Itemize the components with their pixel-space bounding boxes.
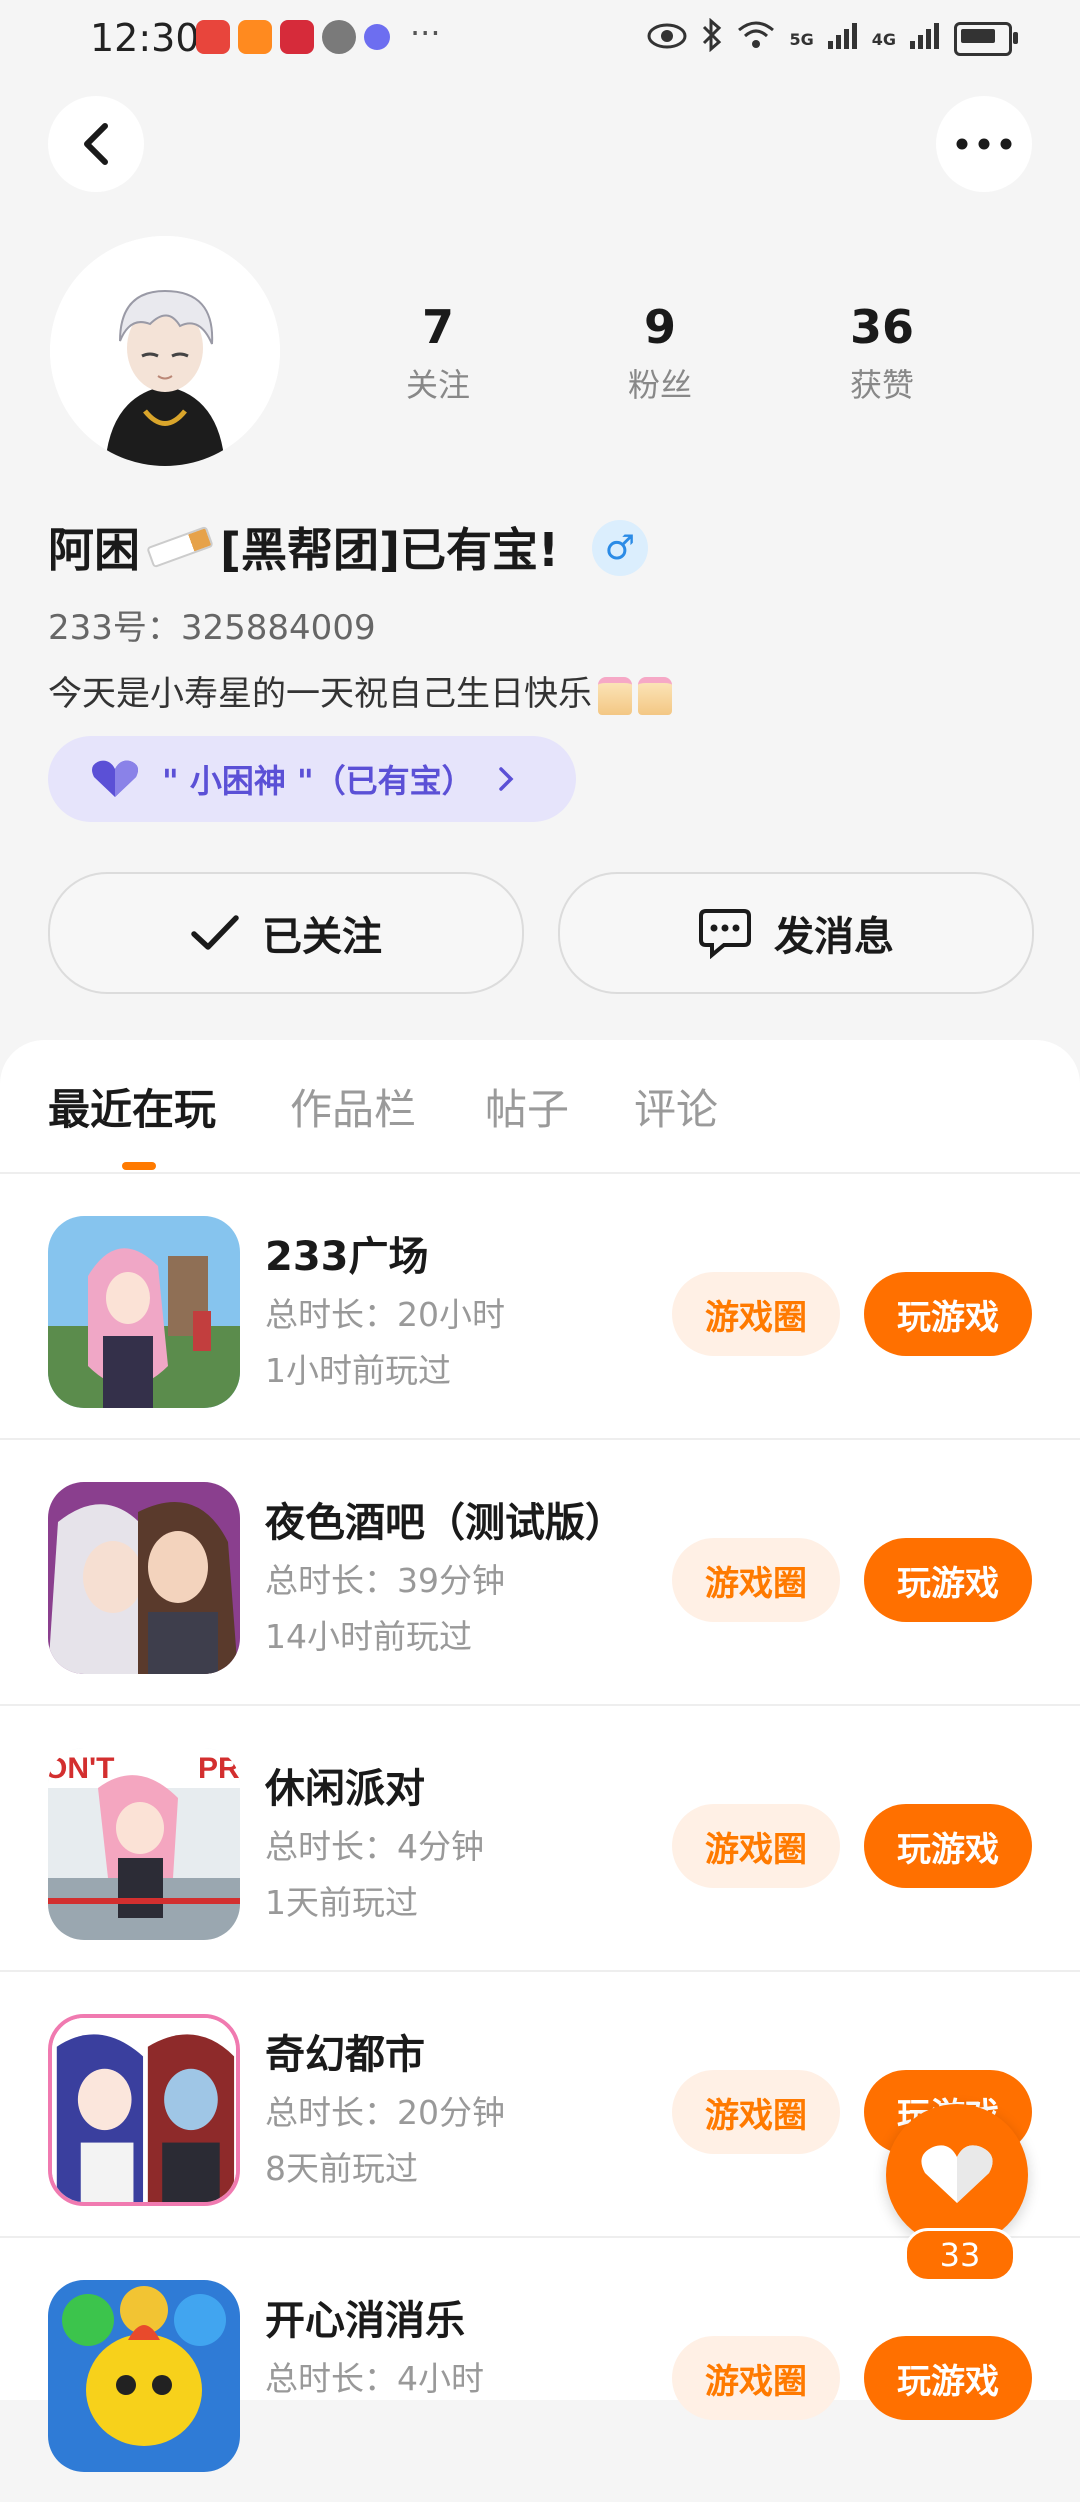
huawei-app-icon xyxy=(196,20,230,54)
status-bar: 12:30 ··· 5G 4G xyxy=(0,0,1080,80)
game-name: 奇幻都市 xyxy=(265,2032,425,2078)
game-row[interactable]: 233广场 总时长：20小时 1小时前玩过 游戏圈 玩游戏 xyxy=(0,1172,1080,1440)
fans-label: 粉丝 xyxy=(627,366,692,404)
book-app-icon xyxy=(280,20,314,54)
game-name: 夜色酒吧（测试版） xyxy=(265,1500,625,1546)
bio: 今天是小寿星的一天祝自己生日快乐 xyxy=(48,666,672,715)
play-game-button[interactable]: 玩游戏 xyxy=(864,1272,1032,1356)
tab-works[interactable]: 作品栏 xyxy=(290,1076,416,1137)
nickname-prefix: 阿困 xyxy=(48,523,140,577)
nickname-suffix: [黑帮团]已有宝! xyxy=(220,523,560,577)
game-last-played: 1小时前玩过 xyxy=(265,1351,451,1390)
avatar[interactable] xyxy=(50,236,280,466)
play-game-button[interactable]: 玩游戏 xyxy=(864,1804,1032,1888)
likes-label: 获赞 xyxy=(849,366,914,404)
nickname: 阿困 [黑帮团]已有宝! xyxy=(48,514,559,580)
battery-icon xyxy=(954,22,1018,56)
chat-bubble-icon xyxy=(699,909,751,959)
following-button[interactable]: 已关注 xyxy=(48,872,524,994)
signal-5g-icon: 5G xyxy=(789,29,814,49)
gender-male-icon: ♂ xyxy=(592,520,648,576)
game-last-played: 14小时前玩过 xyxy=(265,1617,472,1656)
status-indicators: 5G 4G xyxy=(647,17,1018,60)
play-game-button[interactable]: 玩游戏 xyxy=(864,2336,1032,2420)
signal-bars-2-icon xyxy=(910,21,940,57)
more-dots-icon xyxy=(956,138,1012,150)
video-app-icon xyxy=(238,20,272,54)
wechat-icon xyxy=(322,20,356,54)
checkmark-icon xyxy=(191,915,239,950)
game-circle-button[interactable]: 游戏圈 xyxy=(672,1804,840,1888)
relationship-badge[interactable]: " 小困神 "（已有宝） xyxy=(48,736,576,822)
wifi-icon xyxy=(737,20,775,58)
heart-icon xyxy=(92,760,138,797)
more-options-button[interactable] xyxy=(936,96,1032,192)
signal-bars-icon xyxy=(827,21,858,57)
game-last-played: 8天前玩过 xyxy=(265,2149,418,2188)
bluetooth-icon xyxy=(701,17,723,60)
game-circle-button[interactable]: 游戏圈 xyxy=(672,2070,840,2154)
status-time: 12:30 xyxy=(90,16,200,60)
user-id: 233号：325884009 xyxy=(48,608,376,648)
game-duration: 总时长：20小时 xyxy=(265,1295,505,1334)
game-icon-happy-match xyxy=(48,2280,240,2472)
tab-posts[interactable]: 帖子 xyxy=(485,1076,569,1137)
send-message-button[interactable]: 发消息 xyxy=(558,872,1034,994)
floating-like-button[interactable] xyxy=(886,2104,1028,2246)
signal-4g-icon: 4G xyxy=(871,29,896,49)
back-button[interactable] xyxy=(48,96,144,192)
cake-emoji-icon xyxy=(598,676,632,715)
likes-count: 36 xyxy=(849,300,914,354)
game-name: 233广场 xyxy=(265,1234,429,1280)
game-circle-button[interactable]: 游戏圈 xyxy=(672,2336,840,2420)
chevron-right-icon xyxy=(498,767,514,791)
game-icon-233-plaza xyxy=(48,1216,240,1408)
following-label: 关注 xyxy=(405,366,470,404)
eye-icon xyxy=(647,22,687,57)
game-duration: 总时长：4小时 xyxy=(265,2359,484,2398)
tab-comments[interactable]: 评论 xyxy=(634,1076,718,1137)
game-duration: 总时长：39分钟 xyxy=(265,1561,505,1600)
game-icon-fantasy-city xyxy=(48,2014,240,2206)
cigarette-emoji-icon xyxy=(146,525,214,569)
game-name: 休闲派对 xyxy=(265,1766,425,1812)
game-icon-casual-party: ON'T PRL xyxy=(48,1748,240,1940)
following-button-label: 已关注 xyxy=(262,914,382,960)
game-row[interactable]: ON'T PRL 休闲派对 总时长：4分钟 1天前玩过 游戏圈 玩游戏 xyxy=(0,1704,1080,1972)
notification-icons xyxy=(196,20,390,54)
badge-label: " 小困神 "（已有宝） xyxy=(162,762,474,800)
game-icon-night-bar xyxy=(48,1482,240,1674)
stat-following[interactable]: 7 关注 xyxy=(358,300,518,406)
stat-fans[interactable]: 9 粉丝 xyxy=(580,300,740,406)
tab-bar: 最近在玩 作品栏 帖子 评论 xyxy=(0,1040,1080,1174)
more-notifications-icon: ··· xyxy=(410,14,441,52)
svg-text:ON'T: ON'T xyxy=(48,1752,114,1785)
game-duration: 总时长：4分钟 xyxy=(265,1827,484,1866)
like-count-badge: 33 xyxy=(904,2228,1016,2282)
game-name: 开心消消乐 xyxy=(265,2298,465,2344)
fans-count: 9 xyxy=(643,300,676,354)
active-tab-indicator xyxy=(122,1162,156,1170)
tab-recently-played[interactable]: 最近在玩 xyxy=(48,1076,216,1137)
game-last-played: 1天前玩过 xyxy=(265,1883,418,1922)
following-count: 7 xyxy=(421,300,454,354)
stat-likes[interactable]: 36 获赞 xyxy=(802,300,962,406)
game-circle-button[interactable]: 游戏圈 xyxy=(672,1272,840,1356)
avatar-illustration-icon xyxy=(50,236,280,466)
svg-text:PRL: PRL xyxy=(198,1752,240,1785)
chevron-left-icon xyxy=(84,123,108,165)
bio-text: 今天是小寿星的一天祝自己生日快乐 xyxy=(48,674,592,714)
music-icon xyxy=(364,24,390,50)
cake-emoji-icon xyxy=(638,676,672,715)
game-row[interactable]: 夜色酒吧（测试版） 总时长：39分钟 14小时前玩过 游戏圈 玩游戏 xyxy=(0,1438,1080,1706)
heart-icon xyxy=(921,2145,993,2203)
send-message-label: 发消息 xyxy=(774,914,894,960)
game-circle-button[interactable]: 游戏圈 xyxy=(672,1538,840,1622)
game-duration: 总时长：20分钟 xyxy=(265,2093,505,2132)
play-game-button[interactable]: 玩游戏 xyxy=(864,1538,1032,1622)
